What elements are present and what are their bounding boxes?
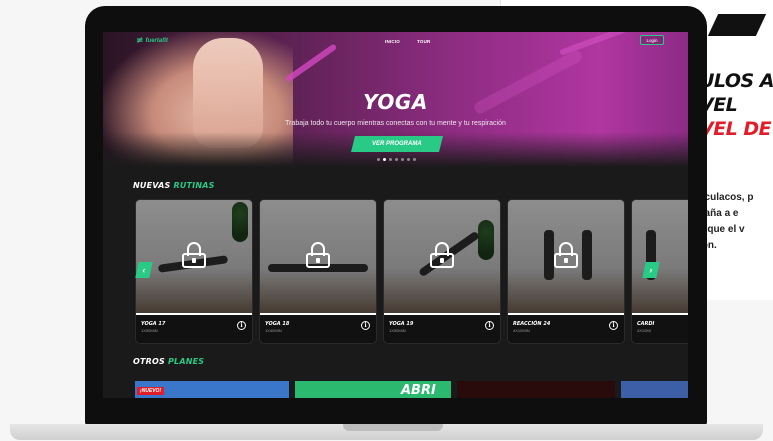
routine-title: REACCIÓN 24 bbox=[513, 321, 551, 327]
login-button[interactable]: Login bbox=[640, 35, 664, 45]
card-divider bbox=[136, 313, 252, 315]
card-divider bbox=[632, 313, 688, 315]
promo-heading-line-3: VEL DE bbox=[699, 118, 772, 140]
plan-card[interactable]: ABRI bbox=[295, 381, 451, 398]
routine-card[interactable]: YOGA 17 1X50MIN i bbox=[135, 199, 253, 344]
laptop-notch bbox=[343, 424, 443, 431]
section-title-text: NUEVAS bbox=[133, 181, 174, 190]
lock-icon bbox=[554, 242, 578, 268]
carousel-dot-1[interactable] bbox=[377, 158, 380, 161]
routine-card[interactable]: CARDI 4X10MI bbox=[631, 199, 688, 344]
section-title-accent: PLANES bbox=[167, 357, 205, 366]
hero-banner: ≠ fuertafit INICIO TOUR Login YOGA Traba… bbox=[103, 32, 688, 167]
routine-card[interactable]: YOGA 18 1X40MIN i bbox=[259, 199, 377, 344]
card-divider bbox=[260, 313, 376, 315]
brand-name: fuertafit bbox=[145, 38, 168, 44]
lock-icon bbox=[430, 242, 454, 268]
carousel-dot-6[interactable] bbox=[407, 158, 410, 161]
carousel-dots bbox=[377, 158, 416, 161]
plan-card[interactable] bbox=[621, 381, 688, 398]
section-title-text: OTROS bbox=[133, 357, 168, 366]
carousel-dot-4[interactable] bbox=[395, 158, 398, 161]
screenshot-stage: ULOS A VEL VEL DE sculacos, p caña a e s… bbox=[0, 0, 773, 441]
nav-link-tour[interactable]: TOUR bbox=[417, 39, 430, 44]
info-icon[interactable]: i bbox=[609, 321, 618, 330]
info-icon[interactable]: i bbox=[485, 321, 494, 330]
view-program-label: VER PROGRAMA bbox=[372, 141, 422, 147]
info-icon[interactable]: i bbox=[361, 321, 370, 330]
plans-carousel: ¡NUEVO! ABRI bbox=[133, 381, 688, 398]
lock-icon bbox=[182, 242, 206, 268]
promo-heading-line-1: ULOS A bbox=[699, 70, 773, 92]
brand-logo[interactable]: ≠ fuertafit bbox=[136, 36, 168, 46]
routine-title: YOGA 19 bbox=[389, 321, 414, 327]
section-title-accent: RUTINAS bbox=[173, 181, 215, 190]
carousel-dot-2[interactable] bbox=[383, 158, 386, 161]
routine-title: YOGA 17 bbox=[141, 321, 166, 327]
routine-title: YOGA 18 bbox=[265, 321, 290, 327]
locked-overlay bbox=[632, 200, 688, 313]
routine-duration: 1X40MIN bbox=[265, 328, 282, 333]
new-badge: ¡NUEVO! bbox=[137, 387, 165, 395]
section-title-new-routines: NUEVAS RUTINAS bbox=[133, 181, 215, 190]
routines-carousel: YOGA 17 1X50MIN i YOGA 18 1X40MIN i YOGA… bbox=[133, 199, 688, 344]
routine-duration: 1X50MIN bbox=[141, 328, 158, 333]
routine-card[interactable]: REACCIÓN 24 4X10MIN i bbox=[507, 199, 625, 344]
routine-title: CARDI bbox=[637, 321, 655, 327]
routine-thumbnail bbox=[632, 200, 688, 313]
top-nav: ≠ fuertafit INICIO TOUR Login bbox=[103, 32, 688, 52]
routine-card[interactable]: YOGA 19 1X50MIN i bbox=[383, 199, 501, 344]
routine-duration: 4X10MIN bbox=[513, 328, 530, 333]
view-program-button[interactable]: VER PROGRAMA bbox=[351, 136, 443, 152]
plan-card[interactable]: ¡NUEVO! bbox=[135, 381, 289, 398]
hero-title: YOGA bbox=[363, 90, 428, 114]
carousel-dot-3[interactable] bbox=[389, 158, 392, 161]
laptop-screen: ≠ fuertafit INICIO TOUR Login YOGA Traba… bbox=[103, 32, 688, 398]
plan-headline: ABRI bbox=[401, 383, 436, 398]
nav-link-inicio[interactable]: INICIO bbox=[385, 39, 400, 44]
promo-text-line-1: sculacos, p bbox=[699, 192, 754, 203]
routine-duration: 4X10MI bbox=[637, 328, 651, 333]
card-divider bbox=[508, 313, 624, 315]
promo-slash-graphic bbox=[707, 14, 767, 36]
section-title-other-plans: OTROS PLANES bbox=[133, 357, 204, 366]
carousel-dot-5[interactable] bbox=[401, 158, 404, 161]
carousel-dot-7[interactable] bbox=[413, 158, 416, 161]
hero-subtitle: Trabaja todo tu cuerpo mientras conectas… bbox=[285, 120, 506, 127]
routine-duration: 1X50MIN bbox=[389, 328, 406, 333]
logo-f-icon: ≠ bbox=[136, 36, 144, 46]
info-icon[interactable]: i bbox=[237, 321, 246, 330]
plan-card[interactable] bbox=[457, 381, 615, 398]
lock-icon bbox=[306, 242, 330, 268]
card-divider bbox=[384, 313, 500, 315]
